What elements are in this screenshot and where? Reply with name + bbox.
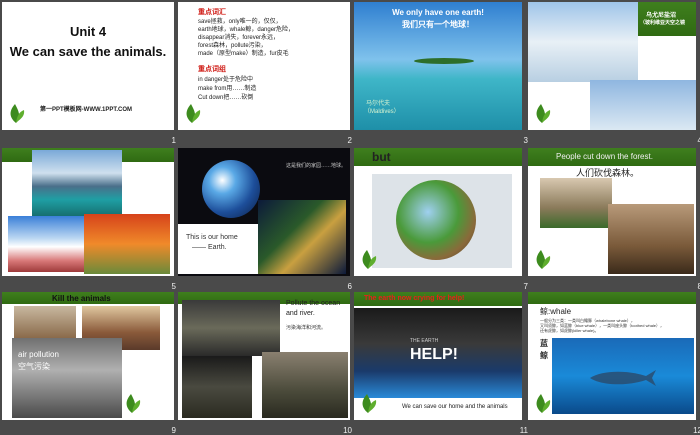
slide-title: 鲸:whale bbox=[540, 307, 572, 316]
slide-6[interactable]: 这是我们的家园……地球。 This is our home —— Earth. bbox=[178, 148, 350, 276]
leaf-icon bbox=[536, 104, 551, 123]
phrase-line: in danger处于危险中 bbox=[198, 77, 254, 83]
polluted-river-image bbox=[182, 300, 280, 356]
slide-7[interactable]: but bbox=[354, 148, 522, 276]
slide-5[interactable] bbox=[2, 148, 174, 276]
slide-thumb-6[interactable]: 这是我们的家园……地球。 This is our home —— Earth. … bbox=[178, 148, 354, 291]
slide-2[interactable]: 重点词汇 save拯救，only唯一的，仅仅， earth地球，whale鲸，d… bbox=[178, 2, 350, 130]
autumn-image bbox=[84, 214, 170, 274]
oiled-bird-image bbox=[262, 352, 348, 418]
side-label: 蓝 bbox=[540, 339, 548, 348]
slide-thumb-5[interactable]: 5 bbox=[2, 148, 178, 291]
slide-number: 2 bbox=[347, 136, 352, 145]
slide-thumb-8[interactable]: People cut down the forest. 人们砍伐森林。 8 bbox=[528, 148, 700, 291]
slide-12[interactable]: 鲸:whale 一般分为三类：一类叫白鳍豚（whalebone whale）， … bbox=[528, 292, 696, 420]
leaf-icon bbox=[362, 250, 377, 269]
earth-globe-image bbox=[202, 160, 260, 218]
leaf-icon bbox=[10, 104, 25, 123]
slide-11[interactable]: The earth now crying for help! THE EARTH… bbox=[354, 292, 522, 420]
slide-8[interactable]: People cut down the forest. 人们砍伐森林。 bbox=[528, 148, 696, 276]
slide-text: —— Earth. bbox=[192, 244, 227, 251]
island-image bbox=[414, 58, 474, 64]
whale-icon bbox=[590, 370, 656, 386]
slide-thumb-1[interactable]: Unit 4 We can save the animals. 第一PPT模板网… bbox=[2, 2, 178, 145]
damaged-earth-image bbox=[396, 180, 476, 260]
slide-title: Unit 4 bbox=[69, 24, 107, 39]
poster-text: HELP! bbox=[410, 346, 458, 363]
phrase-line: Cut down把……砍倒 bbox=[198, 95, 254, 101]
slide-thumb-9[interactable]: Kill the animals air pollution 空气污染 9 bbox=[2, 292, 178, 435]
tree-stump-image bbox=[540, 178, 612, 228]
slide-thumb-3[interactable]: We only have one earth! 我们只有一个地球！ 马尔代夫 （… bbox=[354, 2, 530, 145]
slide-word: but bbox=[372, 150, 391, 164]
slide-text: 还有虎鲸，如虎鲸(killer whale)。 bbox=[540, 328, 599, 333]
slide-title: The earth now crying for help! bbox=[364, 295, 465, 302]
slide-4[interactable]: 乌尤尼盐沼 （玻利维亚天空之镜 bbox=[528, 2, 696, 130]
logging-image bbox=[608, 204, 694, 274]
slide-subtitle: 我们只有一个地球！ bbox=[402, 20, 474, 29]
earth-night-image bbox=[258, 200, 346, 274]
slide-thumb-10[interactable]: Pollute the ocean and river. 污染海洋和河流。 10 bbox=[178, 292, 354, 435]
slide-title: People cut down the forest. bbox=[556, 152, 653, 161]
slide-thumb-11[interactable]: The earth now crying for help! THE EARTH… bbox=[354, 292, 530, 435]
slide-3[interactable]: We only have one earth! 我们只有一个地球！ 马尔代夫 （… bbox=[354, 2, 522, 130]
image-caption: 乌尤尼盐沼 bbox=[646, 13, 677, 19]
side-label: 鲸 bbox=[540, 351, 548, 360]
leaf-icon bbox=[536, 250, 551, 269]
poster-text: THE EARTH bbox=[410, 338, 439, 344]
slide-1[interactable]: Unit 4 We can save the animals. 第一PPT模板网… bbox=[2, 2, 174, 130]
mountain-lake-image bbox=[32, 150, 122, 216]
slide-title: We only have one earth! bbox=[392, 8, 484, 17]
slide-text: Pollute the ocean bbox=[286, 300, 341, 307]
slide-text: We can save our home and the animals bbox=[402, 404, 508, 410]
dead-animal-image bbox=[14, 306, 76, 338]
leaf-icon bbox=[362, 394, 377, 413]
slide-number: 6 bbox=[347, 282, 352, 291]
fuji-image bbox=[8, 216, 84, 272]
slide-number: 5 bbox=[171, 282, 176, 291]
blue-whale-image bbox=[552, 338, 694, 414]
slide-thumb-4[interactable]: 乌尤尼盐沼 （玻利维亚天空之镜 4 bbox=[528, 2, 700, 145]
slide-thumb-7[interactable]: but 7 bbox=[354, 148, 530, 291]
phrase-line: make from用……制造 bbox=[198, 86, 257, 92]
slide-text: and river. bbox=[286, 310, 315, 317]
slide-thumb-12[interactable]: 鲸:whale 一般分为三类：一类叫白鳍豚（whalebone whale）， … bbox=[528, 292, 700, 435]
slide-sorter-grid: Unit 4 We can save the animals. 第一PPT模板网… bbox=[0, 0, 700, 435]
slide-note: 这是我们的家园……地球。 bbox=[286, 163, 347, 169]
phrase-heading: 重点词组 bbox=[198, 66, 226, 73]
title-bar bbox=[528, 292, 696, 304]
slide-text: 污染海洋和河流。 bbox=[286, 325, 327, 331]
slide-10[interactable]: Pollute the ocean and river. 污染海洋和河流。 bbox=[178, 292, 350, 420]
image-caption: air pollution bbox=[18, 350, 59, 359]
slide-title: Kill the animals bbox=[52, 294, 111, 303]
mirror-image bbox=[590, 80, 696, 130]
leaf-icon bbox=[126, 394, 141, 413]
slide-text: This is our home bbox=[186, 234, 238, 241]
vocab-line: made（原型make）制造，fur皮毛 bbox=[198, 51, 289, 57]
image-caption: （Maldives） bbox=[364, 109, 400, 115]
slide-thumb-2[interactable]: 重点词汇 save拯救，only唯一的，仅仅， earth地球，whale鲸，d… bbox=[178, 2, 354, 145]
dead-fish-image bbox=[182, 356, 252, 418]
image-caption: 空气污染 bbox=[18, 362, 50, 371]
slide-9[interactable]: Kill the animals air pollution 空气污染 bbox=[2, 292, 174, 420]
slide-footer: 第一PPT模板网-WWW.1PPT.COM bbox=[40, 107, 132, 113]
salt-flat-image bbox=[528, 2, 638, 82]
leaf-icon bbox=[536, 394, 551, 413]
image-caption: （玻利维亚天空之镜 bbox=[640, 20, 686, 26]
slide-subtitle: We can save the animals. bbox=[9, 44, 167, 59]
leaf-icon bbox=[186, 104, 201, 123]
slide-number: 1 bbox=[171, 136, 176, 145]
